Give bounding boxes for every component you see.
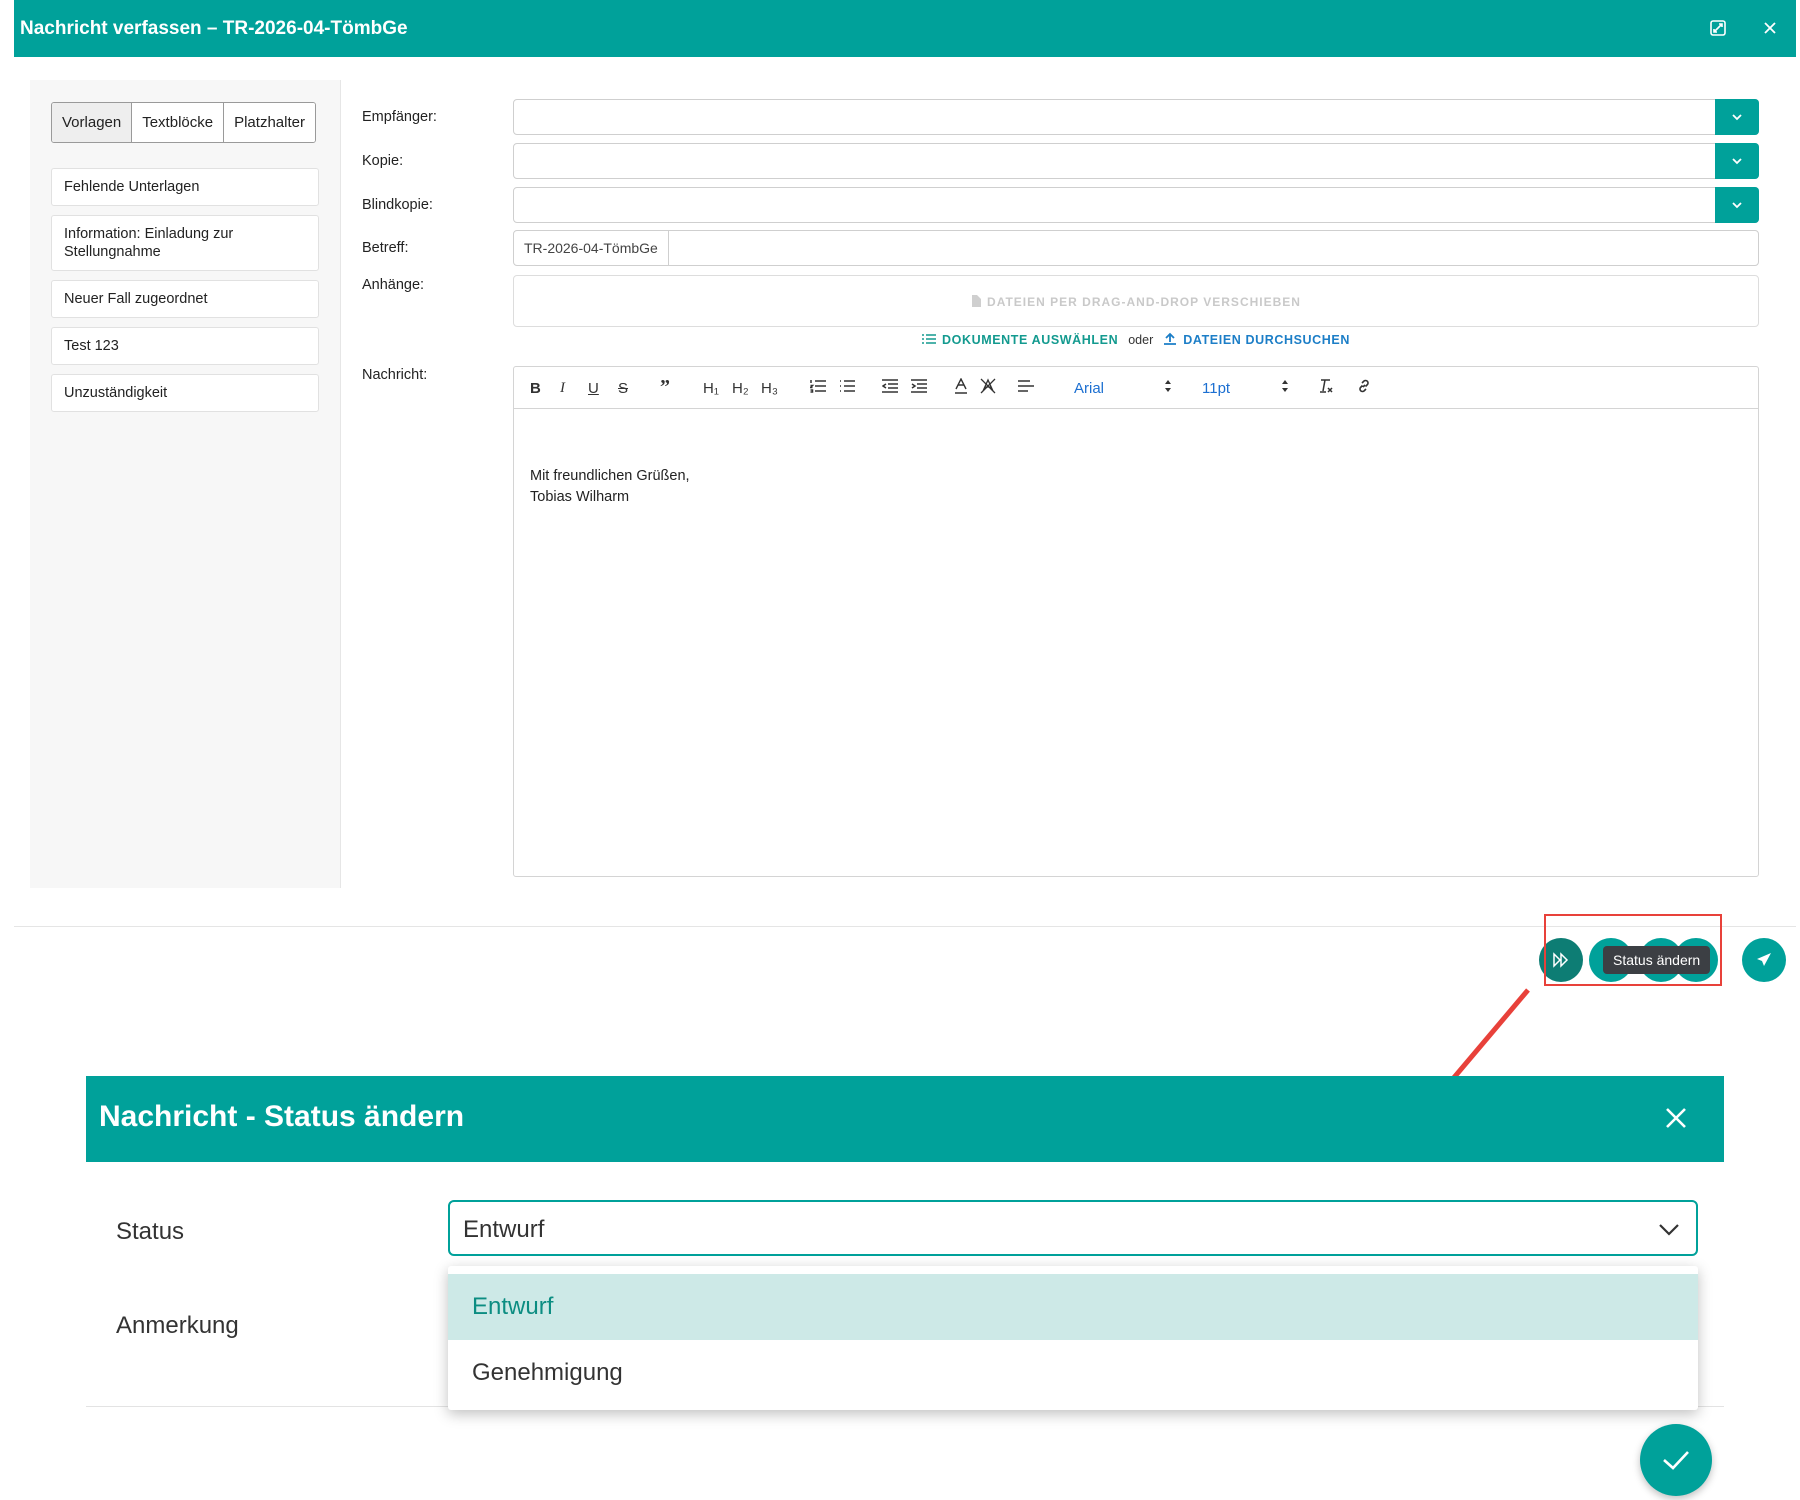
- subject-label: Betreff:: [362, 240, 409, 256]
- list-icon: [922, 334, 936, 344]
- attachments-label: Anhänge:: [362, 277, 425, 293]
- link-icon[interactable]: [1356, 378, 1372, 398]
- composer-title: Nachricht verfassen – TR-2026-04-TömbGe: [20, 18, 408, 39]
- template-item[interactable]: Fehlende Unterlagen: [51, 168, 319, 206]
- font-select-arrows-icon[interactable]: [1164, 379, 1172, 397]
- recipient-dropdown-button[interactable]: [1715, 99, 1759, 135]
- status-option-genehmigung[interactable]: Genehmigung: [448, 1340, 1698, 1406]
- bullet-list-icon[interactable]: [839, 379, 855, 397]
- ordered-list-icon[interactable]: [808, 379, 826, 397]
- outdent-icon[interactable]: [881, 379, 898, 397]
- upload-icon: [1164, 332, 1177, 345]
- cc-field[interactable]: [513, 143, 1759, 179]
- template-item[interactable]: Neuer Fall zugeordnet: [51, 280, 319, 318]
- close-icon[interactable]: [1756, 14, 1784, 42]
- highlight-color-icon[interactable]: [980, 378, 996, 398]
- bcc-field[interactable]: [513, 187, 1759, 223]
- heading3-icon[interactable]: H₃: [761, 380, 778, 397]
- dialog-header: Nachricht - Status ändern: [86, 1076, 1724, 1162]
- dropzone-label: DATEIEN PER DRAG-AND-DROP VERSCHIEBEN: [987, 295, 1301, 309]
- status-options-menu: Entwurf Genehmigung: [448, 1266, 1698, 1410]
- template-sidebar: Vorlagen Textblöcke Platzhalter Fehlende…: [30, 80, 341, 888]
- text-color-icon[interactable]: [954, 377, 968, 398]
- tab-vorlagen[interactable]: Vorlagen: [52, 103, 133, 142]
- sidebar-tabs: Vorlagen Textblöcke Platzhalter: [51, 102, 316, 143]
- message-editor[interactable]: B I U S ” H₁ H₂ H₃ Arial 11pt Mit freund…: [513, 366, 1759, 877]
- status-selected-value: Entwurf: [463, 1216, 545, 1243]
- template-item[interactable]: Unzuständigkeit: [51, 374, 319, 412]
- status-dialog: Nachricht - Status ändern Status Anmerku…: [86, 1076, 1724, 1500]
- dialog-title: Nachricht - Status ändern: [99, 1100, 465, 1133]
- composer-footer-divider: [14, 926, 1796, 927]
- template-list: Fehlende Unterlagen Information: Einladu…: [51, 168, 319, 421]
- editor-toolbar: B I U S ” H₁ H₂ H₃ Arial 11pt: [514, 367, 1758, 409]
- send-button[interactable]: [1742, 938, 1786, 982]
- status-label: Status: [116, 1218, 185, 1245]
- template-item[interactable]: Information: Einladung zur Stellungnahme: [51, 215, 319, 271]
- bcc-label: Blindkopie:: [362, 197, 433, 213]
- cc-dropdown-button[interactable]: [1715, 143, 1759, 179]
- recipient-field[interactable]: [513, 99, 1759, 135]
- close-icon[interactable]: [1658, 1100, 1694, 1136]
- or-text: oder: [1128, 333, 1154, 347]
- tab-platzhalter[interactable]: Platzhalter: [224, 103, 315, 142]
- signature-line1: Mit freundlichen Grüßen,: [530, 468, 690, 484]
- highlight-box: [1544, 914, 1722, 986]
- bcc-dropdown-button[interactable]: [1715, 187, 1759, 223]
- status-option-entwurf[interactable]: Entwurf: [448, 1274, 1698, 1340]
- tab-textbloecke[interactable]: Textblöcke: [132, 103, 225, 142]
- chevron-down-icon: [1659, 1224, 1679, 1236]
- message-label: Nachricht:: [362, 367, 428, 383]
- heading1-icon[interactable]: H₁: [703, 380, 719, 397]
- browse-files-link[interactable]: DATEIEN DURCHSUCHEN: [1183, 333, 1350, 347]
- composer-window: Nachricht verfassen – TR-2026-04-TömbGe …: [14, 0, 1796, 990]
- subject-prefix: TR-2026-04-TömbGe: [514, 231, 669, 265]
- heading2-icon[interactable]: H₂: [732, 380, 749, 397]
- select-documents-link[interactable]: DOKUMENTE AUSWÄHLEN: [942, 333, 1118, 347]
- signature-line2: Tobias Wilharm: [530, 489, 630, 505]
- subject-field[interactable]: TR-2026-04-TömbGe: [513, 230, 1759, 266]
- italic-icon[interactable]: I: [560, 380, 565, 397]
- confirm-button[interactable]: [1640, 1424, 1712, 1496]
- file-icon: [972, 295, 982, 307]
- align-icon[interactable]: [1018, 379, 1034, 397]
- attachment-dropzone[interactable]: DATEIEN PER DRAG-AND-DROP VERSCHIEBEN: [513, 275, 1759, 327]
- quote-icon[interactable]: ”: [660, 376, 670, 399]
- indent-icon[interactable]: [911, 379, 927, 397]
- status-select[interactable]: Entwurf: [448, 1200, 1698, 1256]
- font-size-select[interactable]: 11pt: [1202, 380, 1230, 397]
- expand-icon[interactable]: [1704, 14, 1732, 42]
- composer-titlebar: Nachricht verfassen – TR-2026-04-TömbGe: [14, 0, 1796, 57]
- bold-icon[interactable]: B: [530, 380, 541, 397]
- template-item[interactable]: Test 123: [51, 327, 319, 365]
- strikethrough-icon[interactable]: S: [618, 380, 628, 397]
- editor-content[interactable]: Mit freundlichen Grüßen, Tobias Wilharm: [530, 466, 690, 508]
- attachment-actions: DOKUMENTE AUSWÄHLEN oder DATEIEN DURCHSUCH…: [513, 332, 1759, 347]
- recipient-label: Empfänger:: [362, 109, 437, 125]
- cc-label: Kopie:: [362, 153, 404, 169]
- note-label: Anmerkung: [116, 1312, 239, 1339]
- underline-icon[interactable]: U: [588, 380, 599, 397]
- dropzone-text: DATEIEN PER DRAG-AND-DROP VERSCHIEBEN: [514, 295, 1758, 309]
- clear-format-icon[interactable]: [1318, 378, 1334, 398]
- size-select-arrows-icon[interactable]: [1281, 379, 1289, 397]
- font-family-select[interactable]: Arial: [1074, 380, 1104, 397]
